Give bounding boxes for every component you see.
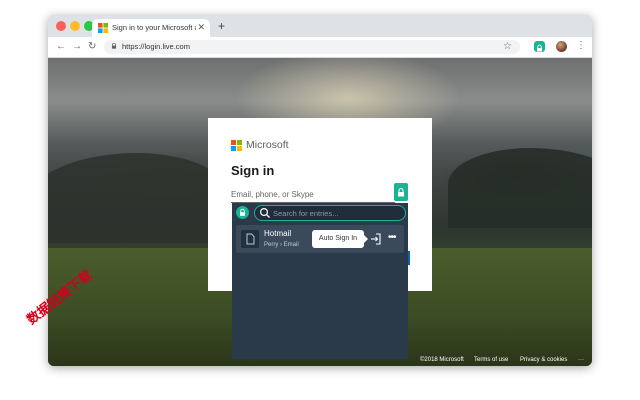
new-tab-icon[interactable]: +	[218, 19, 225, 33]
page-title: Sign in	[231, 163, 275, 178]
entry-search-box[interactable]	[254, 205, 406, 221]
forward-icon[interactable]: →	[72, 40, 82, 54]
background-mountain	[448, 148, 592, 228]
password-manager-logo-icon	[236, 206, 249, 219]
background-mountain	[48, 153, 228, 243]
address-bar[interactable]: https://login.live.com ☆	[104, 40, 520, 54]
sign-in-icon[interactable]	[370, 232, 382, 246]
back-icon[interactable]: ←	[56, 40, 66, 54]
extension-lock-icon	[537, 44, 542, 52]
browser-tab[interactable]: Sign in to your Microsoft acco… ✕	[92, 19, 210, 37]
minimize-window-button[interactable]	[70, 21, 80, 31]
entry-document-icon	[241, 230, 259, 248]
copyright-text: ©2018 Microsoft	[420, 357, 464, 363]
bookmark-star-icon[interactable]: ☆	[503, 40, 512, 54]
brand-name: Microsoft	[246, 139, 289, 151]
extension-icon[interactable]	[534, 41, 545, 52]
microsoft-logo-icon	[231, 140, 242, 151]
lock-icon	[398, 188, 404, 197]
tab-title: Sign in to your Microsoft acco…	[112, 23, 196, 32]
auto-sign-in-tooltip: Auto Sign In	[312, 230, 368, 248]
reload-icon[interactable]: ↻	[88, 40, 96, 54]
lock-icon	[111, 43, 117, 49]
password-manager-popup: Hotmail Perry › Email Auto Sign In •••	[232, 203, 408, 359]
menu-icon[interactable]: ⋮	[576, 39, 586, 53]
entry-path: Perry › Email	[264, 242, 299, 248]
footer-more-icon[interactable]: ···	[578, 354, 584, 366]
microsoft-favicon-icon	[98, 23, 108, 33]
browser-toolbar: ← → ↻ https://login.live.com ☆ ⋮	[48, 37, 592, 58]
list-item[interactable]: Hotmail Perry › Email Auto Sign In •••	[236, 225, 404, 253]
title-bar: Sign in to your Microsoft acco… ✕ +	[48, 15, 592, 37]
entry-title: Hotmail	[264, 229, 292, 238]
tooltip-arrow	[364, 235, 368, 243]
privacy-link[interactable]: Privacy & cookies	[520, 354, 567, 366]
terms-link[interactable]: Terms of use	[474, 354, 508, 366]
field-autofill-button[interactable]	[394, 183, 408, 201]
email-field[interactable]	[231, 186, 395, 203]
profile-avatar[interactable]	[556, 41, 567, 52]
tooltip-text: Auto Sign In	[318, 235, 358, 242]
more-options-icon[interactable]: •••	[388, 231, 396, 245]
search-input[interactable]	[273, 206, 399, 220]
url-text: https://login.live.com	[122, 42, 190, 51]
search-icon	[259, 207, 270, 218]
close-tab-icon[interactable]: ✕	[197, 21, 205, 33]
close-window-button[interactable]	[56, 21, 66, 31]
